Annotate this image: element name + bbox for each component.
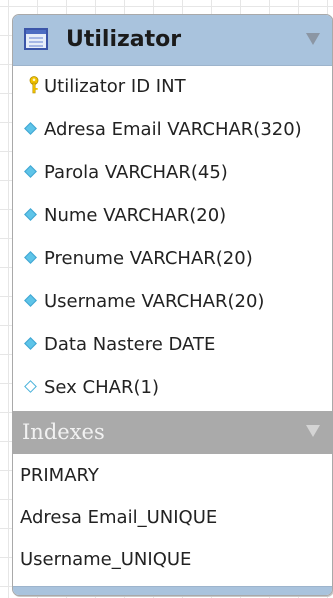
column-row-adresa-email[interactable]: Adresa Email VARCHAR(320) <box>13 108 332 150</box>
column-label: Parola VARCHAR(45) <box>44 162 228 183</box>
indexes-title: Indexes <box>22 420 105 444</box>
table-icon <box>24 28 48 50</box>
column-label: Adresa Email VARCHAR(320) <box>44 119 302 140</box>
column-row-sex[interactable]: Sex CHAR(1) <box>13 366 332 408</box>
primary-key-icon <box>29 76 39 94</box>
column-row-nume[interactable]: Nume VARCHAR(20) <box>13 194 332 236</box>
not-null-column-icon <box>24 165 37 178</box>
not-null-column-icon <box>24 294 37 307</box>
indexes-section-header[interactable]: Indexes <box>13 411 332 454</box>
index-row-primary[interactable]: PRIMARY <box>13 455 332 497</box>
column-label: Username VARCHAR(20) <box>44 291 265 312</box>
column-row-utilizator-id[interactable]: Utilizator ID INT <box>13 65 332 107</box>
nullable-column-icon <box>24 380 37 393</box>
column-row-data-nastere[interactable]: Data Nastere DATE <box>13 323 332 365</box>
column-label: Data Nastere DATE <box>44 334 216 355</box>
column-label: Utilizator ID INT <box>44 76 186 97</box>
not-null-column-icon <box>24 337 37 350</box>
utilizator-table[interactable]: Utilizator Utilizator ID INT Adresa Emai… <box>12 14 333 596</box>
column-label: Sex CHAR(1) <box>44 377 159 398</box>
not-null-column-icon <box>24 251 37 264</box>
column-row-username[interactable]: Username VARCHAR(20) <box>13 280 332 322</box>
not-null-column-icon <box>24 208 37 221</box>
index-label: Username_UNIQUE <box>20 549 192 570</box>
index-label: PRIMARY <box>20 465 99 486</box>
table-footer <box>13 586 332 595</box>
column-row-parola[interactable]: Parola VARCHAR(45) <box>13 151 332 193</box>
not-null-column-icon <box>24 122 37 135</box>
index-label: Adresa Email_UNIQUE <box>20 507 218 528</box>
table-title: Utilizator <box>66 27 182 52</box>
collapse-indexes-arrow-icon[interactable] <box>306 425 320 437</box>
index-row-adresa-email-unique[interactable]: Adresa Email_UNIQUE <box>13 497 332 539</box>
column-label: Nume VARCHAR(20) <box>44 205 227 226</box>
column-row-prenume[interactable]: Prenume VARCHAR(20) <box>13 237 332 279</box>
column-label: Prenume VARCHAR(20) <box>44 248 253 269</box>
index-row-username-unique[interactable]: Username_UNIQUE <box>13 539 332 581</box>
table-header[interactable]: Utilizator <box>13 15 332 66</box>
collapse-table-arrow-icon[interactable] <box>306 33 320 45</box>
